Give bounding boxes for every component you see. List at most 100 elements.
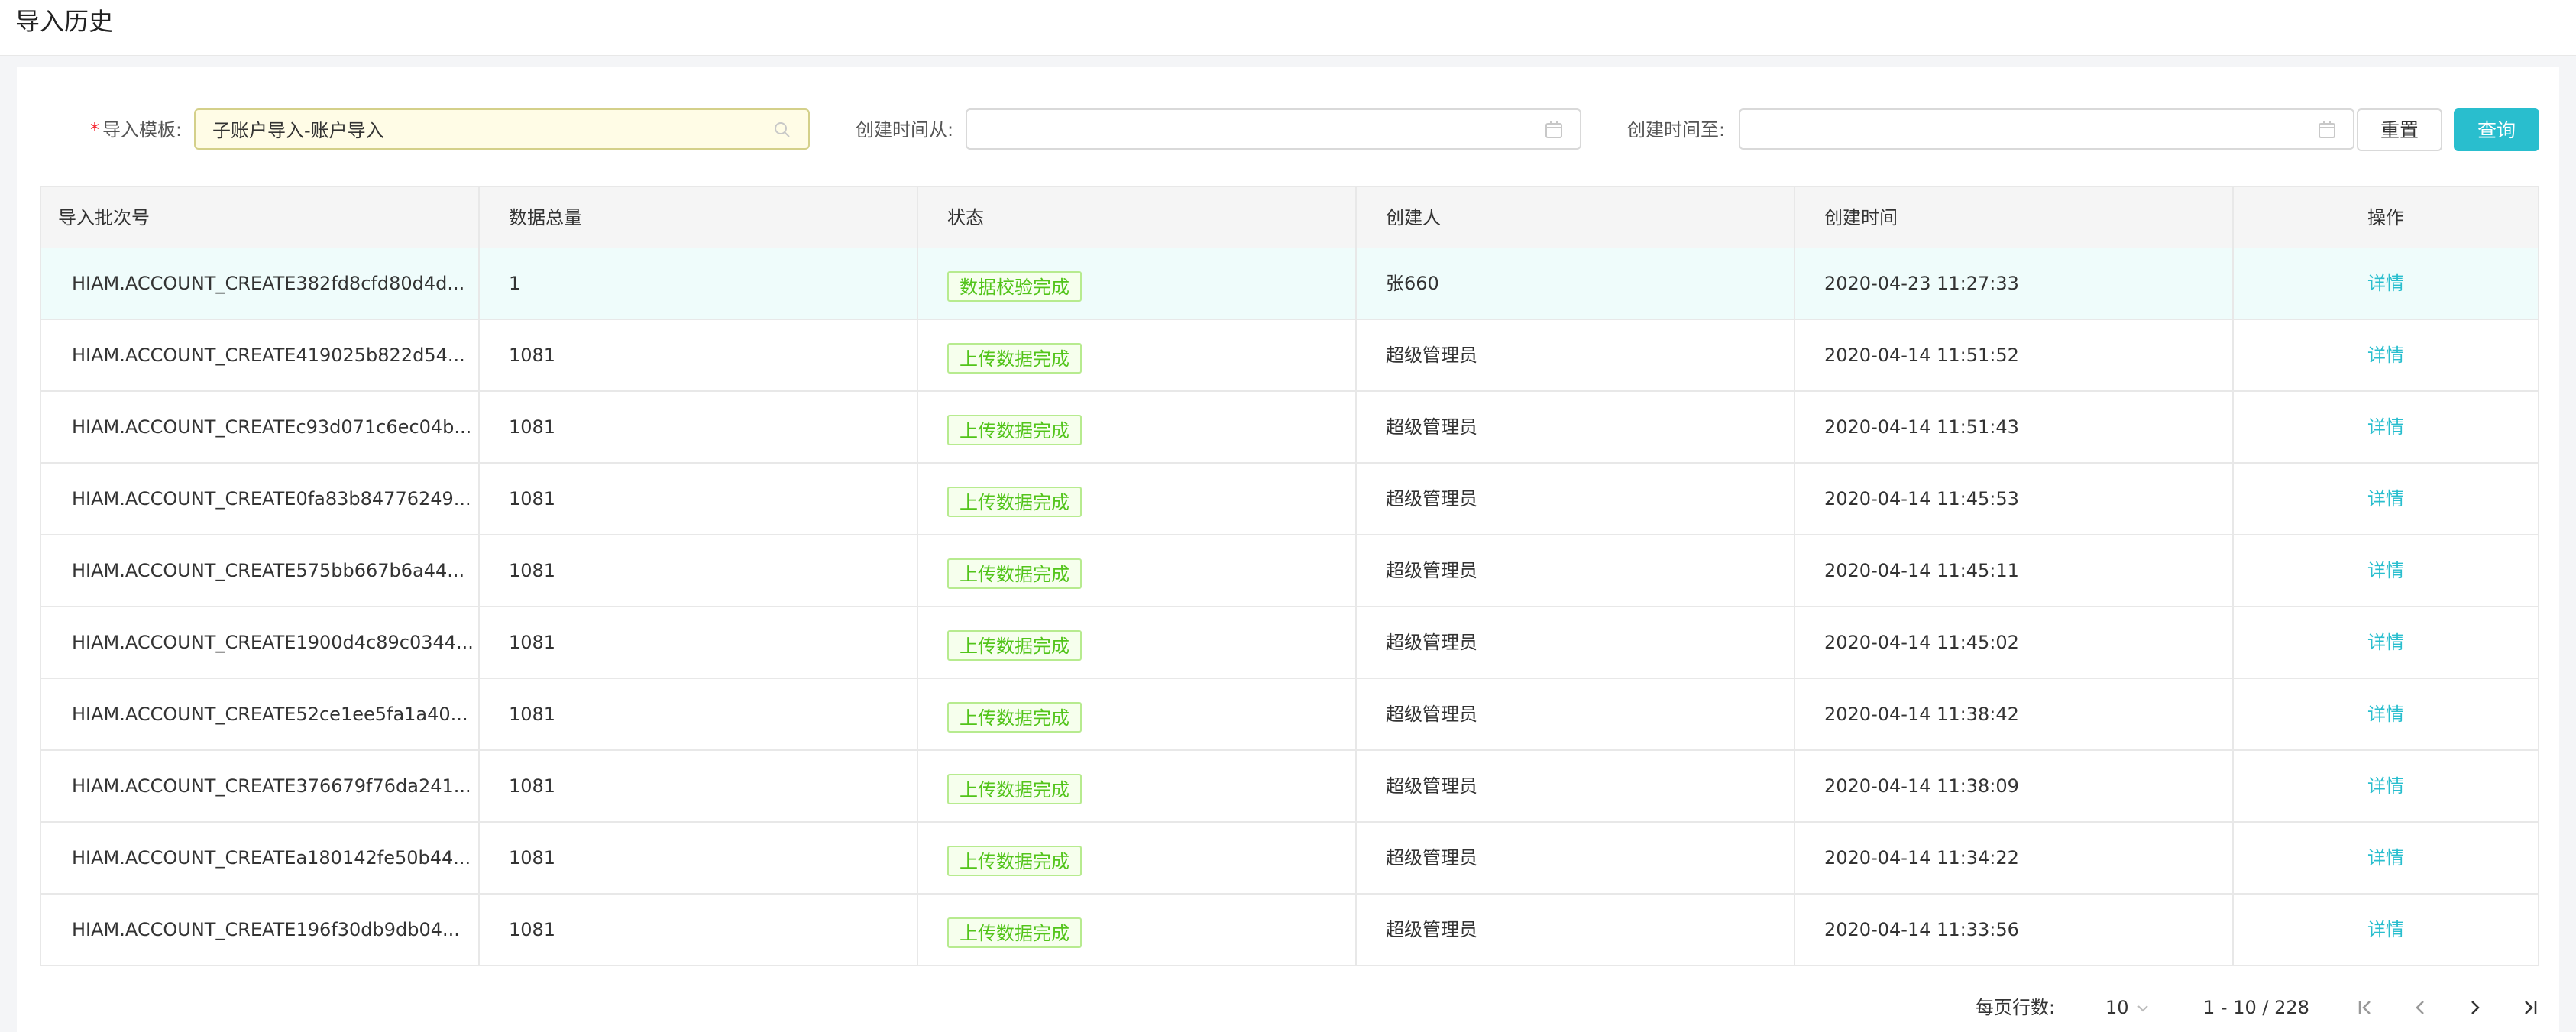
cell-time-text: 2020-04-23 11:27:33 <box>1824 273 2019 294</box>
cell-count: 1081 <box>480 823 918 893</box>
cell-batch: HIAM.ACCOUNT_CREATE419025b822d54... <box>41 320 480 390</box>
search-icon[interactable] <box>772 119 793 141</box>
column-header-actions: 操作 <box>2367 207 2404 228</box>
detail-link[interactable]: 详情 <box>2367 488 2404 510</box>
cell-creator: 超级管理员 <box>1357 392 1795 462</box>
detail-link[interactable]: 详情 <box>2367 919 2404 940</box>
cell-creator-text: 超级管理员 <box>1386 345 1477 366</box>
created-from-input[interactable] <box>966 108 1581 150</box>
cell-status: 上传数据完成 <box>918 535 1357 606</box>
cell-batch: HIAM.ACCOUNT_CREATE0fa83b84776249... <box>41 464 480 534</box>
detail-link[interactable]: 详情 <box>2367 775 2404 797</box>
detail-link[interactable]: 详情 <box>2367 847 2404 869</box>
cell-time: 2020-04-14 11:34:22 <box>1795 823 2234 893</box>
last-page-icon[interactable] <box>2518 995 2542 1020</box>
detail-link[interactable]: 详情 <box>2367 560 2404 581</box>
cell-count-text: 1081 <box>509 416 556 438</box>
cell-batch: HIAM.ACCOUNT_CREATE376679f76da241... <box>41 751 480 821</box>
cell-actions: 详情 <box>2234 535 2538 606</box>
detail-link[interactable]: 详情 <box>2367 273 2404 294</box>
import-history-table: 导入批次号 数据总量 状态 创建人 创建时间 操作 HIAM.ACCOUNT_C… <box>40 186 2539 966</box>
cell-batch: HIAM.ACCOUNT_CREATE52ce1ee5fa1a40... <box>41 679 480 749</box>
table-row[interactable]: HIAM.ACCOUNT_CREATE196f30db9db04... 1081 上… <box>41 895 2538 966</box>
cell-actions: 详情 <box>2234 895 2538 965</box>
template-lov-input[interactable]: 子账户导入-账户导入 <box>194 108 810 150</box>
next-page-icon[interactable] <box>2463 995 2487 1020</box>
table-row[interactable]: HIAM.ACCOUNT_CREATE382fd8cfd80d4d... 1 数据校… <box>41 248 2538 320</box>
table-row[interactable]: HIAM.ACCOUNT_CREATE376679f76da241... 1081… <box>41 751 2538 823</box>
page-header: 导入历史 <box>0 0 2576 56</box>
cell-creator-text: 超级管理员 <box>1386 632 1477 653</box>
cell-status: 上传数据完成 <box>918 464 1357 534</box>
query-button[interactable]: 查询 <box>2454 108 2539 151</box>
cell-batch-text: HIAM.ACCOUNT_CREATEa180142fe50b44... <box>72 847 471 869</box>
cell-batch-text: HIAM.ACCOUNT_CREATEc93d071c6ec04b... <box>72 416 472 438</box>
cell-count: 1081 <box>480 535 918 606</box>
pagination: 每页行数: 10 1 - 10 / 228 <box>17 988 2559 1027</box>
cell-batch: HIAM.ACCOUNT_CREATE575bb667b6a44... <box>41 535 480 606</box>
table-header: 导入批次号 数据总量 状态 创建人 创建时间 操作 <box>41 187 2538 250</box>
detail-link[interactable]: 详情 <box>2367 345 2404 366</box>
table-row[interactable]: HIAM.ACCOUNT_CREATE419025b822d54... 1081 上… <box>41 320 2538 392</box>
cell-actions: 详情 <box>2234 392 2538 462</box>
table-row[interactable]: HIAM.ACCOUNT_CREATEa180142fe50b44... 1081… <box>41 823 2538 895</box>
table-row[interactable]: HIAM.ACCOUNT_CREATE0fa83b84776249... 1081… <box>41 464 2538 535</box>
cell-time: 2020-04-14 11:45:53 <box>1795 464 2234 534</box>
table-row[interactable]: HIAM.ACCOUNT_CREATE52ce1ee5fa1a40... 1081… <box>41 679 2538 751</box>
cell-status: 上传数据完成 <box>918 320 1357 390</box>
cell-time-text: 2020-04-14 11:51:43 <box>1824 416 2019 438</box>
detail-link[interactable]: 详情 <box>2367 632 2404 653</box>
prev-page-icon[interactable] <box>2408 995 2432 1020</box>
cell-count: 1 <box>480 248 918 319</box>
cell-count: 1081 <box>480 464 918 534</box>
required-mark: * <box>90 119 99 141</box>
rows-per-page-label: 每页行数: <box>1976 997 2056 1018</box>
created-to-input[interactable] <box>1739 108 2354 150</box>
cell-status: 上传数据完成 <box>918 392 1357 462</box>
reset-button[interactable]: 重置 <box>2357 108 2442 151</box>
cell-creator: 张660 <box>1357 248 1795 319</box>
cell-batch: HIAM.ACCOUNT_CREATE1900d4c89c0344... <box>41 607 480 678</box>
cell-batch: HIAM.ACCOUNT_CREATE382fd8cfd80d4d... <box>41 248 480 319</box>
column-header-status: 状态 <box>918 187 1357 248</box>
cell-batch-text: HIAM.ACCOUNT_CREATE196f30db9db04... <box>72 919 460 940</box>
status-badge: 上传数据完成 <box>947 846 1082 876</box>
created-to-label: 创建时间至: <box>1627 119 1726 141</box>
cell-count-text: 1081 <box>509 345 556 366</box>
column-header-count: 数据总量 <box>480 187 918 248</box>
cell-time: 2020-04-14 11:51:52 <box>1795 320 2234 390</box>
rows-per-page-select[interactable]: 10 <box>2105 988 2151 1027</box>
cell-time-text: 2020-04-14 11:33:56 <box>1824 919 2019 940</box>
table-row[interactable]: HIAM.ACCOUNT_CREATEc93d071c6ec04b... 1081… <box>41 392 2538 464</box>
main-content: * 导入模板: 子账户导入-账户导入 创建时间从: 创建时间至: 重置 查询 导… <box>17 67 2559 1032</box>
chevron-down-icon <box>2137 1005 2148 1012</box>
cell-batch-text: HIAM.ACCOUNT_CREATE419025b822d54... <box>72 345 465 366</box>
cell-creator: 超级管理员 <box>1357 535 1795 606</box>
cell-status: 上传数据完成 <box>918 607 1357 678</box>
page-range: 1 - 10 / 228 <box>2203 997 2309 1018</box>
detail-link[interactable]: 详情 <box>2367 416 2404 438</box>
table-row[interactable]: HIAM.ACCOUNT_CREATE575bb667b6a44... 1081 上… <box>41 535 2538 607</box>
cell-time: 2020-04-14 11:38:42 <box>1795 679 2234 749</box>
status-badge: 上传数据完成 <box>947 630 1082 661</box>
cell-time: 2020-04-14 11:45:02 <box>1795 607 2234 678</box>
page-title: 导入历史 <box>15 7 114 36</box>
cell-count-text: 1081 <box>509 704 556 725</box>
cell-creator-text: 超级管理员 <box>1386 847 1477 869</box>
cell-batch-text: HIAM.ACCOUNT_CREATE575bb667b6a44... <box>72 560 465 581</box>
cell-count: 1081 <box>480 320 918 390</box>
table-row[interactable]: HIAM.ACCOUNT_CREATE1900d4c89c0344... 1081… <box>41 607 2538 679</box>
cell-actions: 详情 <box>2234 248 2538 319</box>
detail-link[interactable]: 详情 <box>2367 704 2404 725</box>
cell-time-text: 2020-04-14 11:45:53 <box>1824 488 2019 510</box>
cell-status: 上传数据完成 <box>918 823 1357 893</box>
cell-time: 2020-04-14 11:51:43 <box>1795 392 2234 462</box>
cell-status: 数据校验完成 <box>918 248 1357 319</box>
calendar-icon <box>2319 121 2335 138</box>
rows-per-page-value: 10 <box>2105 997 2129 1018</box>
cell-time-text: 2020-04-14 11:34:22 <box>1824 847 2019 869</box>
cell-batch: HIAM.ACCOUNT_CREATEa180142fe50b44... <box>41 823 480 893</box>
cell-count-text: 1081 <box>509 919 556 940</box>
first-page-icon[interactable] <box>2353 995 2377 1020</box>
status-badge: 上传数据完成 <box>947 487 1082 517</box>
